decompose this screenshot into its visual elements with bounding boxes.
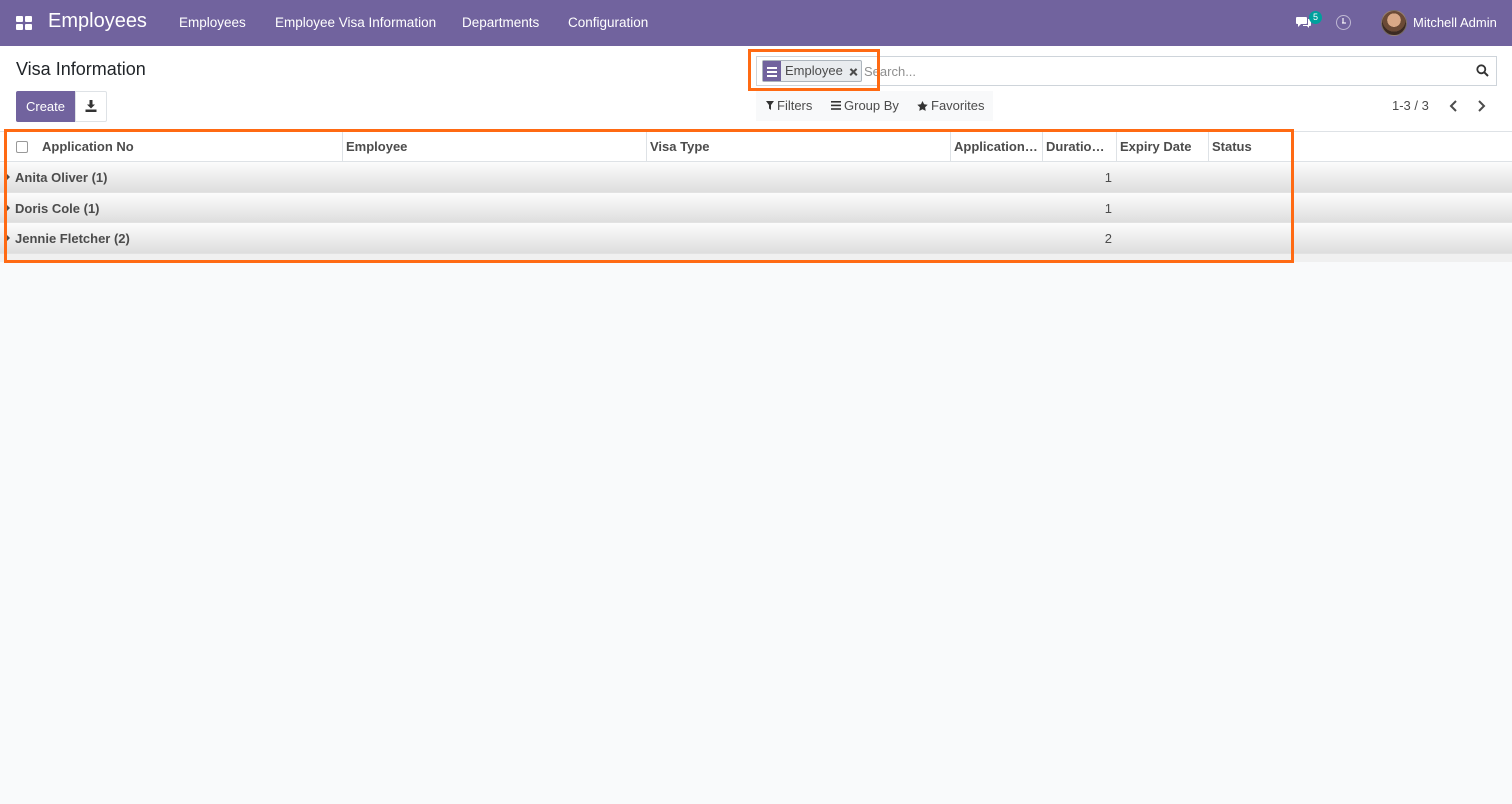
highlight-search-facet bbox=[748, 49, 880, 91]
activity-clock-icon[interactable] bbox=[1336, 15, 1351, 30]
export-button[interactable] bbox=[75, 91, 107, 122]
apps-menu-icon[interactable] bbox=[16, 16, 32, 30]
pager-next-icon[interactable] bbox=[1470, 96, 1492, 116]
highlight-grouped-list bbox=[4, 129, 1294, 263]
user-avatar[interactable] bbox=[1381, 10, 1407, 36]
star-icon bbox=[917, 100, 928, 111]
search-input[interactable] bbox=[864, 60, 1464, 82]
favorites-label: Favorites bbox=[931, 98, 985, 113]
menu-configuration[interactable]: Configuration bbox=[568, 15, 648, 30]
filters-label: Filters bbox=[777, 98, 813, 113]
download-icon bbox=[85, 100, 97, 112]
menu-employee-visa-information[interactable]: Employee Visa Information bbox=[275, 15, 436, 30]
filter-icon bbox=[766, 101, 774, 110]
app-title[interactable]: Employees bbox=[48, 10, 147, 33]
top-navbar: Employees Employees Employee Visa Inform… bbox=[0, 0, 1512, 46]
group-by-label: Group By bbox=[844, 98, 899, 113]
filters-button[interactable]: Filters bbox=[766, 98, 812, 113]
group-by-button[interactable]: Group By bbox=[831, 98, 899, 113]
menu-employees[interactable]: Employees bbox=[179, 15, 246, 30]
favorites-button[interactable]: Favorites bbox=[917, 98, 984, 113]
menu-departments[interactable]: Departments bbox=[462, 15, 539, 30]
user-name[interactable]: Mitchell Admin bbox=[1413, 15, 1497, 30]
pager-previous-icon[interactable] bbox=[1443, 96, 1465, 116]
search-icon[interactable] bbox=[1476, 64, 1489, 77]
search-options: Filters Group By Favorites bbox=[756, 91, 993, 121]
pager-value[interactable]: 1-3 / 3 bbox=[1392, 98, 1429, 113]
page-title: Visa Information bbox=[16, 59, 146, 79]
group-by-icon bbox=[831, 101, 841, 110]
messages-badge: 5 bbox=[1309, 11, 1322, 24]
create-button[interactable]: Create bbox=[16, 91, 75, 122]
